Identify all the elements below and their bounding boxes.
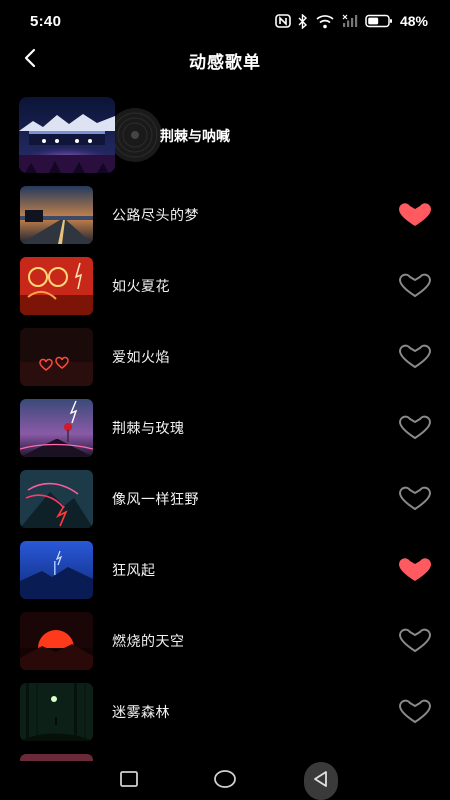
- heart-filled-icon[interactable]: [398, 202, 432, 228]
- song-cover: [20, 470, 93, 528]
- status-time: 5:40: [30, 12, 62, 30]
- song-row[interactable]: 公路尽头的梦: [0, 183, 450, 247]
- triangle-left-icon: [311, 769, 331, 793]
- header: 动感歌单: [0, 42, 450, 78]
- song-cover: [20, 754, 93, 761]
- song-cover: [20, 683, 93, 741]
- song-cover: [20, 541, 93, 599]
- song-cover: [20, 399, 93, 457]
- song-row[interactable]: 迷雾森林: [0, 680, 450, 744]
- song-title: 如火夏花: [112, 279, 170, 295]
- page-title: 动感歌单: [189, 52, 261, 73]
- circle-icon: [213, 769, 237, 793]
- song-cover: [20, 612, 93, 670]
- song-cover: [20, 328, 93, 386]
- song-row[interactable]: 狂风起: [0, 538, 450, 602]
- back-button[interactable]: [16, 46, 44, 74]
- song-row[interactable]: 荆棘与玫瑰: [0, 396, 450, 460]
- song-row[interactable]: 如火夏花: [0, 254, 450, 318]
- heart-outline-icon[interactable]: [398, 486, 432, 512]
- heart-outline-icon[interactable]: [398, 273, 432, 299]
- song-title: 爱如火焰: [112, 350, 170, 366]
- song-title: 公路尽头的梦: [112, 208, 199, 224]
- heart-outline-icon[interactable]: [398, 344, 432, 370]
- system-back-button[interactable]: [304, 762, 338, 800]
- now-playing-title: 荆棘与呐喊: [160, 129, 230, 145]
- home-button[interactable]: [212, 769, 238, 793]
- nfc-icon: [275, 14, 291, 28]
- song-title: 迷雾森林: [112, 705, 170, 721]
- song-cover: [20, 186, 93, 244]
- recent-apps-button[interactable]: [118, 771, 140, 791]
- song-cover: [20, 257, 93, 315]
- song-row[interactable]: 像风一样狂野: [0, 467, 450, 531]
- status-bar: 5:40 48%: [0, 0, 450, 42]
- bluetooth-icon: [298, 13, 308, 29]
- signal-icon: [342, 14, 358, 28]
- heart-outline-icon[interactable]: [398, 699, 432, 725]
- now-playing-cover: [19, 97, 115, 173]
- song-title: 燃烧的天空: [112, 634, 185, 650]
- chevron-left-icon: [23, 48, 37, 72]
- song-title: 荆棘与玫瑰: [112, 421, 185, 437]
- vinyl-disc-icon: [107, 107, 163, 163]
- heart-outline-icon[interactable]: [398, 628, 432, 654]
- status-icons: 48%: [275, 13, 428, 29]
- song-title: 狂风起: [112, 563, 156, 579]
- heart-filled-icon[interactable]: [398, 557, 432, 583]
- song-title: 像风一样狂野: [112, 492, 199, 508]
- song-list: 公路尽头的梦 如火夏花 爱如火焰 荆棘与玫瑰 像风一样狂野 狂风起 燃烧的天空 …: [0, 183, 450, 761]
- wifi-icon: [315, 14, 335, 29]
- heart-outline-icon[interactable]: [398, 415, 432, 441]
- song-row[interactable]: 爱如火焰: [0, 325, 450, 389]
- battery-icon: [365, 14, 393, 28]
- song-row[interactable]: 燃烧的天空: [0, 609, 450, 673]
- square-icon: [119, 770, 139, 792]
- system-nav-bar: [0, 762, 450, 800]
- battery-percentage: 48%: [399, 13, 428, 29]
- now-playing-card[interactable]: 荆棘与呐喊: [19, 97, 439, 173]
- song-row-partial[interactable]: [0, 751, 450, 761]
